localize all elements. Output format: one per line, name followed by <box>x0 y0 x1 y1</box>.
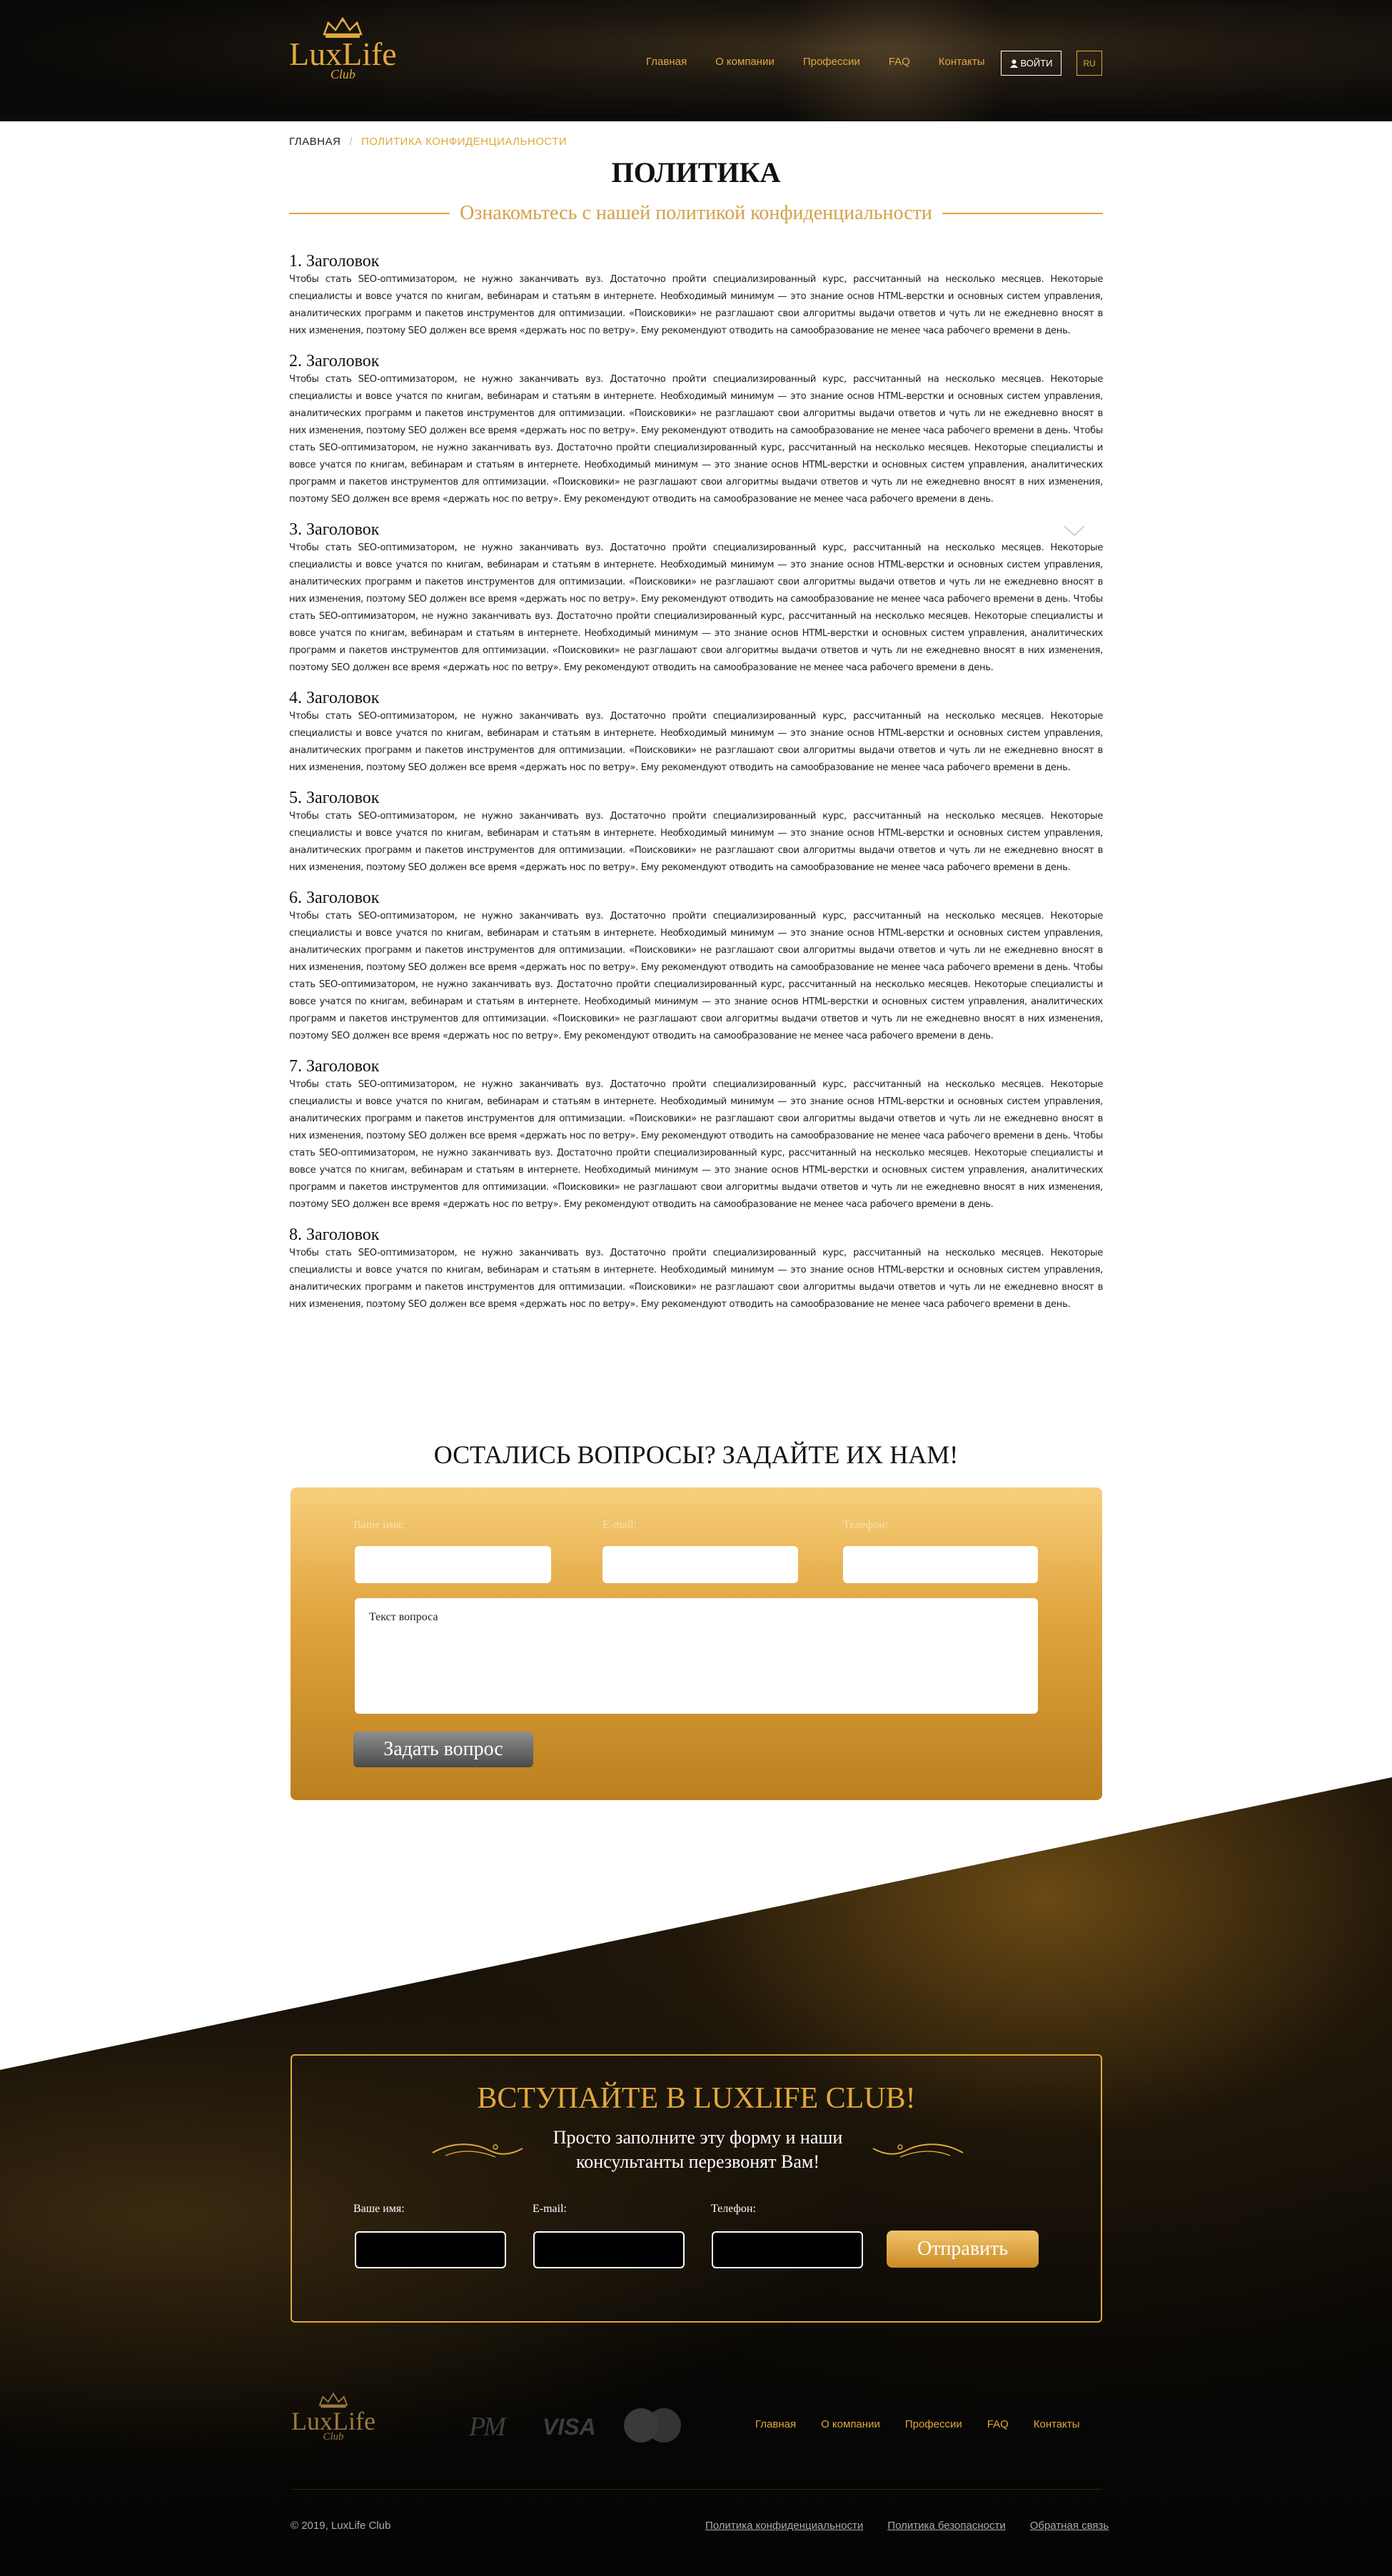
nav-item-professions[interactable]: Профессии <box>803 56 860 68</box>
policy-section: 8. Заголовок Чтобы стать SEO-оптимизаторо… <box>289 1225 1103 1313</box>
footer-logo-subtext: Club <box>323 2431 344 2443</box>
breadcrumb-home[interactable]: ГЛАВНАЯ <box>289 136 341 148</box>
visa-logo: VISA <box>543 2414 596 2440</box>
login-button[interactable]: ВОЙТИ <box>1001 51 1061 76</box>
policy-section: 7. Заголовок Чтобы стать SEO-оптимизаторо… <box>289 1056 1103 1213</box>
section-heading: 7. Заголовок <box>289 1057 380 1076</box>
chevron-down-icon[interactable] <box>1063 525 1086 537</box>
login-label: ВОЙТИ <box>1020 58 1053 69</box>
mastercard-icon <box>624 2408 681 2443</box>
footer-nav-faq[interactable]: FAQ <box>987 2418 1009 2430</box>
footer-nav: Главная О компании Профессии FAQ Контакт… <box>755 2418 1080 2430</box>
copyright: © 2019, LuxLife Club <box>291 2520 391 2532</box>
subtitle-divider-left <box>289 213 450 214</box>
footer-nav-contacts[interactable]: Контакты <box>1034 2418 1080 2430</box>
join-subtitle: Просто заполните эту форму и наши консул… <box>553 2127 843 2172</box>
section-text: Чтобы стать SEO-оптимизатором, не нужно … <box>289 374 1103 505</box>
question-textarea[interactable]: Текст вопроса <box>355 1598 1038 1714</box>
language-switch[interactable]: RU <box>1076 51 1102 76</box>
policy-sections: 1. Заголовок Чтобы стать SEO-оптимизаторо… <box>289 251 1103 1325</box>
nav-item-contacts[interactable]: Контакты <box>939 56 985 68</box>
swirl-ornament-icon <box>432 2143 523 2158</box>
ask-question-button[interactable]: Задать вопрос <box>353 1732 533 1767</box>
section-heading: 3. Заголовок <box>289 520 380 539</box>
section-text: Чтобы стать SEO-оптимизатором, не нужно … <box>289 711 1103 773</box>
breadcrumb-separator: / <box>349 136 353 148</box>
footer-nav-about[interactable]: О компании <box>821 2418 880 2430</box>
page-subtitle: Ознакомьтесь с нашей политикой конфиденц… <box>289 202 1104 225</box>
swirl-ornament-icon <box>872 2143 964 2158</box>
email-label: E-mail: <box>602 1519 637 1531</box>
send-button[interactable]: Отправить <box>887 2231 1039 2268</box>
subtitle-divider-right <box>942 213 1104 214</box>
feedback-link[interactable]: Обратная связь <box>1030 2520 1109 2532</box>
phone-label: Телефон: <box>843 1519 888 1531</box>
nav-item-faq[interactable]: FAQ <box>889 56 910 68</box>
logo-subtext: Club <box>330 67 355 81</box>
join-name-label: Ваше имя: <box>353 2203 405 2215</box>
site-header: LuxLife Club Главная О компании Професси… <box>0 0 1392 121</box>
join-name-input[interactable] <box>355 2231 506 2268</box>
page-title: ПОЛИТИКА <box>611 156 781 188</box>
section-text: Чтобы стать SEO-оптимизатором, не нужно … <box>289 1248 1103 1310</box>
footer-nav-home[interactable]: Главная <box>755 2418 796 2430</box>
section-heading: 8. Заголовок <box>289 1226 380 1244</box>
section-heading: 5. Заголовок <box>289 789 380 807</box>
nav-item-home[interactable]: Главная <box>646 56 687 68</box>
name-label: Ваше имя: <box>353 1519 405 1531</box>
section-heading: 6. Заголовок <box>289 889 380 907</box>
footer-logo[interactable]: LuxLife Club <box>291 2393 375 2443</box>
breadcrumb: ГЛАВНАЯ / ПОЛИТИКА КОНФИДЕНЦИАЛЬНОСТИ <box>289 136 1103 148</box>
phone-input[interactable] <box>843 1546 1038 1583</box>
policy-section: 3. Заголовок Чтобы стать SEO-оптимизаторо… <box>289 520 1103 677</box>
nav-item-about[interactable]: О компании <box>715 56 775 68</box>
footer-links: Политика конфиденциальности Политика без… <box>705 2520 1109 2532</box>
section-heading: 1. Заголовок <box>289 252 380 271</box>
policy-section: 6. Заголовок Чтобы стать SEO-оптимизаторо… <box>289 888 1103 1045</box>
policy-section: 5. Заголовок Чтобы стать SEO-оптимизаторо… <box>289 788 1103 877</box>
perfect-money-logo: PM <box>469 2412 506 2442</box>
question-form-title: ОСТАЛИСЬ ВОПРОСЫ? ЗАДАЙТЕ ИХ НАМ! <box>433 1440 959 1469</box>
logo-wordmark: LuxLife <box>289 36 397 72</box>
section-text: Чтобы стать SEO-оптимизатором, не нужно … <box>289 274 1103 336</box>
main-nav: Главная О компании Профессии FAQ Контакт… <box>646 56 985 68</box>
security-policy-link[interactable]: Политика безопасности <box>887 2520 1005 2532</box>
name-input[interactable] <box>355 1546 551 1583</box>
policy-section: 1. Заголовок Чтобы стать SEO-оптимизаторо… <box>289 251 1103 340</box>
join-email-input[interactable] <box>533 2231 685 2268</box>
email-input[interactable] <box>602 1546 798 1583</box>
join-title: ВСТУПАЙТЕ В LUXLIFE CLUB! <box>477 2082 916 2115</box>
section-text: Чтобы стать SEO-оптимизатором, не нужно … <box>289 1079 1103 1210</box>
footer-logo-wordmark: LuxLife <box>291 2407 375 2435</box>
policy-section: 2. Заголовок Чтобы стать SEO-оптимизаторо… <box>289 351 1103 508</box>
question-form: Ваше имя: E-mail: Телефон: Текст вопроса… <box>291 1487 1102 1800</box>
section-heading: 4. Заголовок <box>289 689 380 707</box>
join-club-form: ВСТУПАЙТЕ В LUXLIFE CLUB! Просто заполни… <box>291 2054 1102 2323</box>
crown-icon <box>318 2393 348 2408</box>
section-heading: 2. Заголовок <box>289 352 380 370</box>
footer-divider <box>291 2489 1102 2490</box>
join-email-label: E-mail: <box>533 2203 567 2215</box>
footer-nav-professions[interactable]: Профессии <box>905 2418 962 2430</box>
policy-section: 4. Заголовок Чтобы стать SEO-оптимизаторо… <box>289 688 1103 777</box>
user-icon <box>1009 59 1018 68</box>
privacy-policy-link[interactable]: Политика конфиденциальности <box>705 2520 863 2532</box>
section-text: Чтобы стать SEO-оптимизатором, не нужно … <box>289 911 1103 1041</box>
breadcrumb-current: ПОЛИТИКА КОНФИДЕНЦИАЛЬНОСТИ <box>360 136 568 148</box>
section-text: Чтобы стать SEO-оптимизатором, не нужно … <box>289 811 1103 873</box>
join-phone-label: Телефон: <box>711 2203 756 2215</box>
subtitle-text: Ознакомьтесь с нашей политикой конфиденц… <box>460 202 932 224</box>
site-logo[interactable]: LuxLife Club <box>289 17 397 82</box>
join-phone-input[interactable] <box>712 2231 863 2268</box>
section-text: Чтобы стать SEO-оптимизатором, не нужно … <box>289 542 1103 673</box>
